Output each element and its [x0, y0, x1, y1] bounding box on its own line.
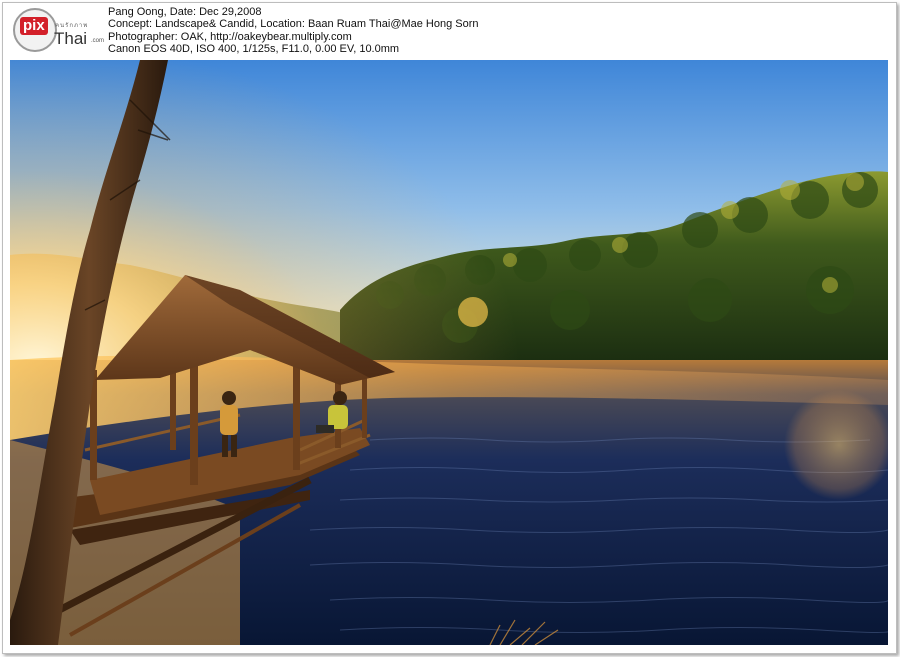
logo-thai-text: Thai [54, 29, 88, 48]
meta-camera-settings: Canon EOS 40D, ISO 400, 1/125s, F11.0, 0… [108, 43, 400, 56]
logo-domain-text: .com [91, 38, 105, 44]
photo-illustration [10, 60, 888, 645]
caption-header: pix ฅนรักภาพ Thai .com Pang Oong, Date: … [3, 3, 896, 57]
meta-concept: Concept: Landscape& Candid, Location: Ba… [108, 18, 479, 31]
logo-pix-text: pix [20, 17, 48, 35]
photo-metadata: Pang Oong, Date: Dec 29,2008 Concept: La… [108, 6, 479, 56]
pixthai-logo: pix ฅนรักภาพ Thai .com [11, 8, 106, 54]
image-frame: pix ฅนรักภาพ Thai .com Pang Oong, Date: … [2, 2, 897, 654]
meta-location-date: Pang Oong, Date: Dec 29,2008 [108, 6, 262, 18]
landscape-photo [10, 60, 888, 645]
meta-photographer: Photographer: OAK, http://oakeybear.mult… [108, 30, 352, 43]
